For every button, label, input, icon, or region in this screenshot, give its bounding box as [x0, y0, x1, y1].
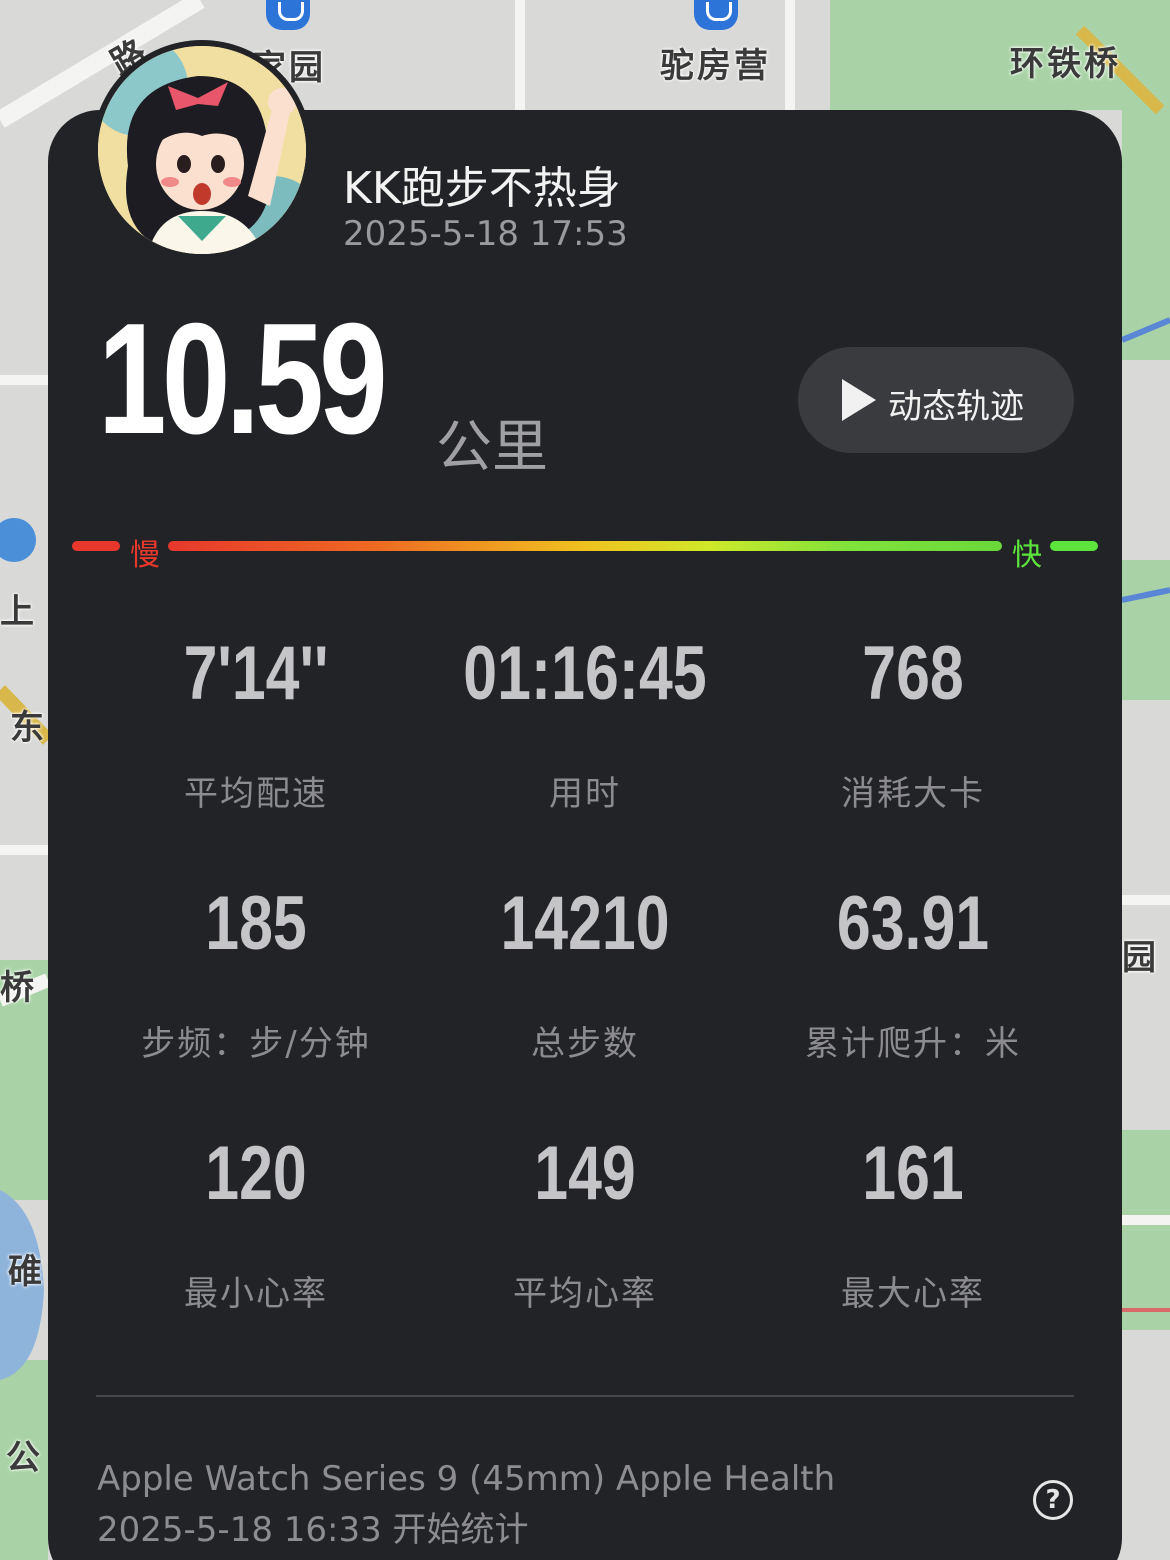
- stat-label: 总步数: [531, 1024, 639, 1064]
- fast-segment: [1050, 541, 1098, 551]
- stat-label: 消耗大卡: [841, 774, 985, 814]
- stat-cadence: 185 步频：步/分钟: [91, 886, 421, 1065]
- map-label: 公: [6, 1438, 43, 1478]
- dynamic-track-button[interactable]: 动态轨迹: [798, 347, 1074, 453]
- slow-segment: [72, 541, 120, 551]
- slow-label: 慢: [130, 538, 160, 573]
- stat-label: 最小心率: [184, 1274, 328, 1314]
- fast-label: 快: [1012, 538, 1042, 573]
- stat-label: 平均配速: [184, 774, 328, 814]
- stat-max-heart-rate: 161 最大心率: [748, 1136, 1078, 1315]
- start-time: 2025-5-18 16:33 开始统计: [97, 1510, 529, 1550]
- map-label: 园: [1122, 938, 1159, 978]
- stat-value: 01:16:45: [463, 631, 707, 716]
- stat-elevation-gain: 63.91 累计爬升：米: [748, 886, 1078, 1065]
- stat-label: 用时: [549, 774, 621, 814]
- stat-total-steps: 14210 总步数: [420, 886, 750, 1065]
- metro-station-icon: [266, 0, 310, 30]
- map-label: 桥: [0, 968, 37, 1008]
- help-icon[interactable]: ?: [1033, 1480, 1073, 1520]
- device-source: Apple Watch Series 9 (45mm) Apple Health: [97, 1459, 836, 1499]
- map-label: 碓: [8, 1252, 45, 1292]
- map-label: 东: [10, 708, 47, 748]
- stat-value: 149: [534, 1131, 636, 1216]
- map-label: 驼房营: [660, 46, 771, 86]
- stat-value: 161: [862, 1131, 964, 1216]
- stat-value: 185: [205, 881, 307, 966]
- track-button-label: 动态轨迹: [888, 388, 1024, 426]
- distance-unit: 公里: [436, 415, 548, 480]
- stat-value: 14210: [500, 881, 670, 966]
- pace-color-legend: 慢 快: [0, 530, 1170, 573]
- play-icon: [842, 379, 876, 421]
- metro-station-icon: [694, 0, 738, 30]
- stat-avg-pace: 7'14'' 平均配速: [91, 636, 421, 815]
- avatar[interactable]: [92, 40, 312, 260]
- stat-value: 7'14'': [183, 631, 329, 716]
- stat-value: 120: [205, 1131, 307, 1216]
- map-label: 上: [0, 592, 37, 632]
- stat-label: 步频：步/分钟: [141, 1024, 371, 1064]
- stat-label: 累计爬升：米: [805, 1024, 1021, 1064]
- stat-calories: 768 消耗大卡: [748, 636, 1078, 815]
- avatar-image: [98, 46, 306, 254]
- distance-value: 10.59: [98, 291, 388, 467]
- stat-value: 768: [862, 631, 964, 716]
- stat-value: 63.91: [836, 881, 990, 966]
- user-name: KK跑步不热身: [343, 163, 621, 214]
- footer-divider: [96, 1395, 1074, 1397]
- pace-gradient: [168, 541, 1002, 551]
- stat-avg-heart-rate: 149 平均心率: [420, 1136, 750, 1315]
- stat-label: 平均心率: [513, 1274, 657, 1314]
- post-timestamp: 2025-5-18 17:53: [343, 214, 628, 254]
- stat-label: 最大心率: [841, 1274, 985, 1314]
- stat-duration: 01:16:45 用时: [420, 636, 750, 815]
- map-label: 环铁桥: [1010, 44, 1121, 84]
- stat-min-heart-rate: 120 最小心率: [91, 1136, 421, 1315]
